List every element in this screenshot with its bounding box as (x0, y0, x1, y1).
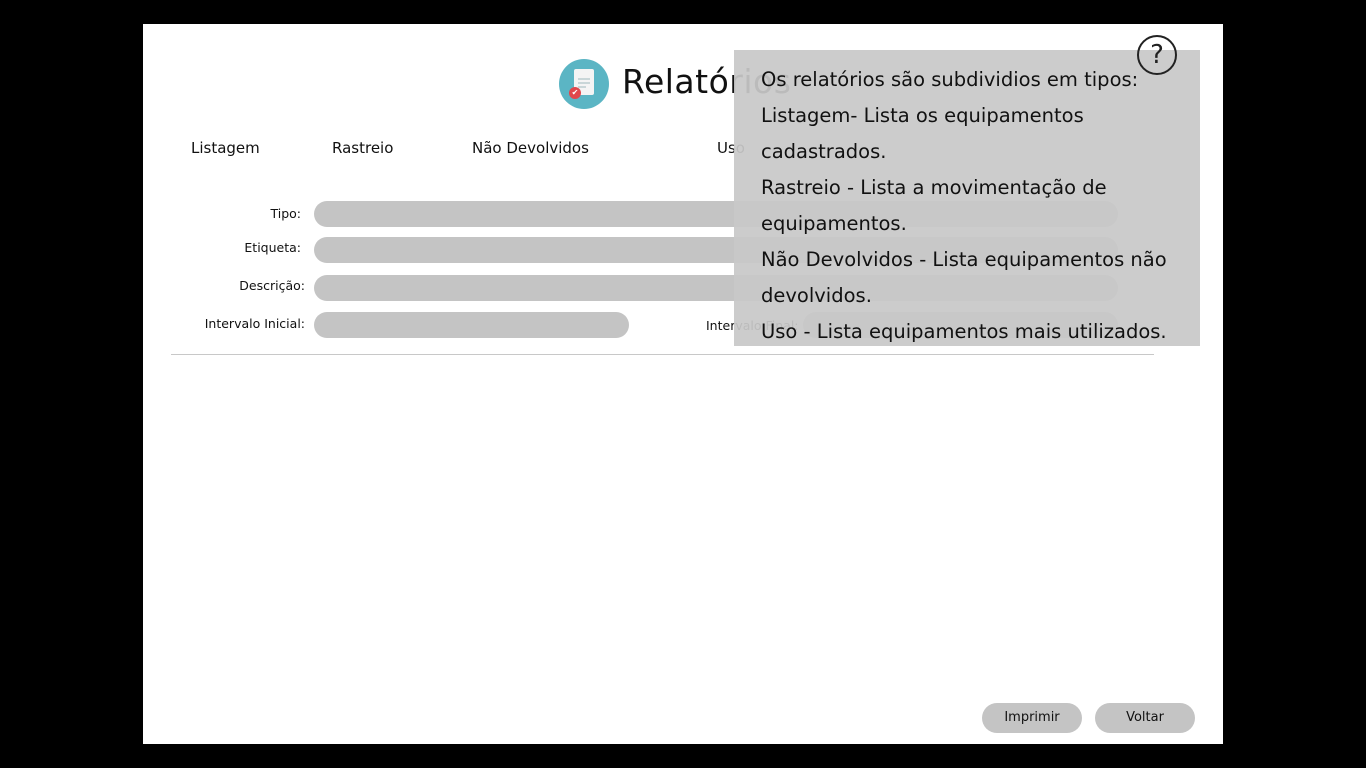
help-tooltip: Os relatórios são subdividios em tipos: … (734, 50, 1200, 346)
tooltip-line: Os relatórios são subdividios em tipos: (761, 68, 1139, 91)
divider (171, 354, 1154, 355)
tab-nao-devolvidos[interactable]: Não Devolvidos (472, 139, 589, 157)
etiqueta-label: Etiqueta: (244, 240, 301, 255)
tab-listagem[interactable]: Listagem (191, 139, 260, 157)
tab-rastreio[interactable]: Rastreio (332, 139, 393, 157)
tooltip-line: Uso - Lista equipamentos mais utilizados… (761, 320, 1167, 343)
tipo-label: Tipo: (270, 206, 301, 221)
check-badge-icon: ✔ (569, 87, 581, 99)
intervalo-inicial-label: Intervalo Inicial: (204, 316, 305, 331)
tooltip-line: devolvidos. (761, 284, 872, 307)
print-button[interactable]: Imprimir (982, 703, 1082, 733)
tooltip-line: cadastrados. (761, 140, 887, 163)
tooltip-line: Rastreio - Lista a movimentação de (761, 176, 1107, 199)
tooltip-line: equipamentos. (761, 212, 907, 235)
tooltip-line: Listagem- Lista os equipamentos (761, 104, 1084, 127)
report-document-icon: ✔ (559, 59, 609, 109)
help-question-icon[interactable]: ? (1137, 35, 1177, 75)
tooltip-line: Não Devolvidos - Lista equipamentos não (761, 248, 1167, 271)
descricao-label: Descrição: (239, 278, 305, 293)
back-button[interactable]: Voltar (1095, 703, 1195, 733)
reports-window: ✔ Relatórios Listagem Rastreio Não Devol… (143, 24, 1223, 744)
intervalo-inicial-field[interactable] (314, 312, 629, 338)
